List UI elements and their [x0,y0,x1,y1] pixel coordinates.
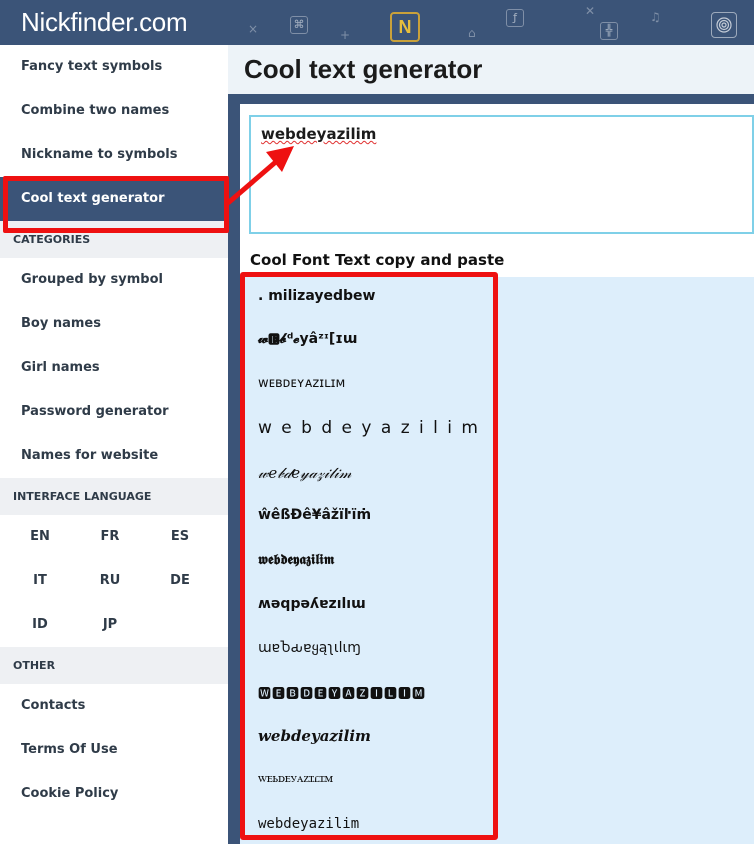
annotation-arrow-icon [226,146,294,205]
